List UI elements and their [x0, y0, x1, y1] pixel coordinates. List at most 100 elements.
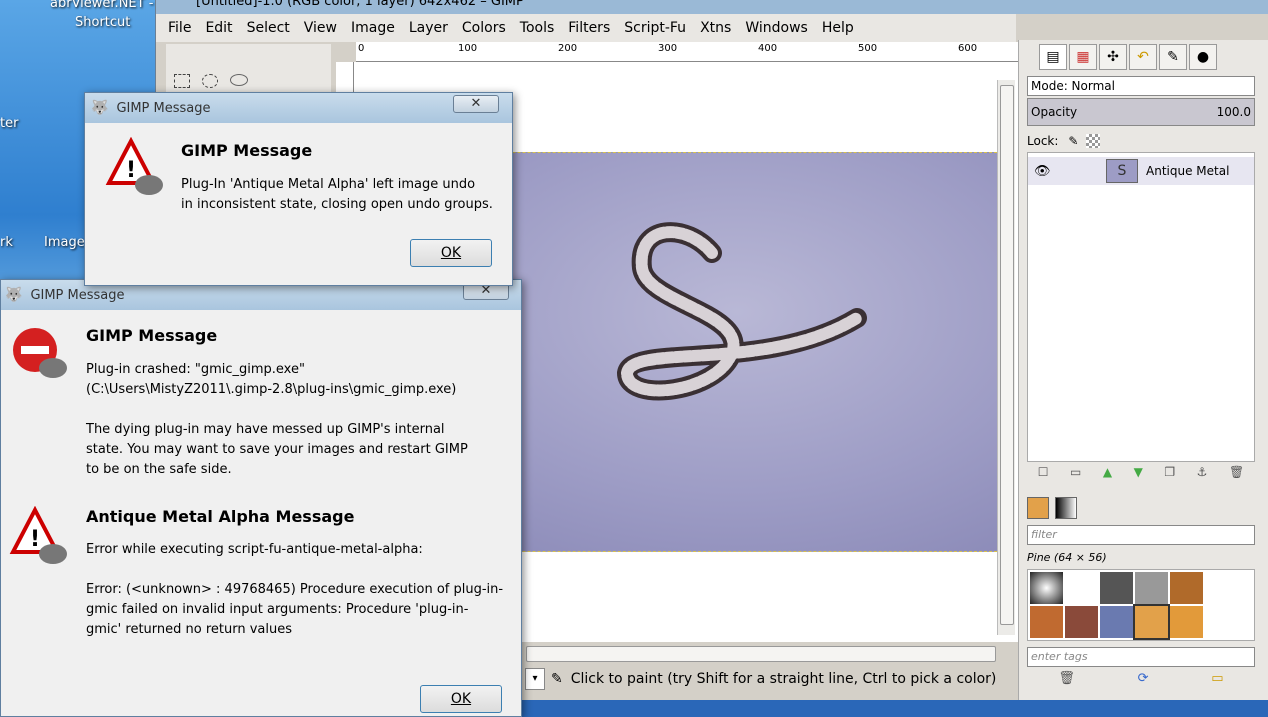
- toolbox: [166, 44, 331, 94]
- pattern-swatch[interactable]: [1170, 572, 1203, 604]
- svg-text:!: !: [30, 527, 40, 552]
- refresh-icon[interactable]: ⟳: [1138, 671, 1149, 691]
- dialog-title: GIMP Message: [30, 287, 125, 303]
- menu-xtns[interactable]: Xtns: [700, 20, 731, 36]
- menu-file[interactable]: File: [168, 20, 191, 36]
- lock-alpha-icon[interactable]: [1086, 134, 1101, 148]
- warning-icon: !: [105, 137, 163, 195]
- dialog-heading: Antique Metal Alpha Message: [86, 507, 355, 526]
- layer-thumbnail: S: [1106, 159, 1138, 183]
- pattern-swatch[interactable]: [1100, 605, 1133, 638]
- menu-edit[interactable]: Edit: [205, 20, 232, 36]
- lower-layer-icon[interactable]: ▼: [1134, 465, 1143, 485]
- ruler-label: 100: [458, 43, 478, 54]
- close-button[interactable]: ✕: [453, 95, 499, 113]
- menu-colors[interactable]: Colors: [462, 20, 506, 36]
- brushes-tab-icon[interactable]: ●: [1189, 44, 1217, 70]
- dialog-message: Plug-in crashed: "gmic_gimp.exe" (C:\Use…: [86, 362, 468, 477]
- undo-tab-icon[interactable]: ↶: [1129, 44, 1157, 70]
- menu-filters[interactable]: Filters: [568, 20, 610, 36]
- lock-row: Lock: ✎: [1027, 134, 1101, 148]
- warning-icon: !: [9, 506, 67, 564]
- anchor-layer-icon[interactable]: ⚓: [1197, 465, 1208, 485]
- menu-select[interactable]: Select: [247, 20, 290, 36]
- pattern-swatch[interactable]: [1065, 572, 1098, 604]
- dialog-heading: GIMP Message: [86, 326, 218, 345]
- pattern-swatch[interactable]: [1030, 572, 1063, 604]
- dialog-title: GIMP Message: [116, 100, 211, 116]
- filter-placeholder: filter: [1031, 528, 1057, 541]
- lock-pixels-icon[interactable]: ✎: [1068, 134, 1078, 148]
- svg-text:!: !: [126, 158, 136, 183]
- dialog-title-bar: 🐺 GIMP Message: [85, 93, 512, 123]
- pattern-swatch[interactable]: [1170, 605, 1203, 638]
- menu-image[interactable]: Image: [351, 20, 395, 36]
- desktop-icon-label[interactable]: ter: [0, 116, 18, 131]
- menu-view[interactable]: View: [304, 20, 337, 36]
- ok-button[interactable]: OK: [420, 685, 502, 713]
- status-message: Click to paint (try Shift for a straight…: [570, 671, 997, 687]
- pencil-icon: ✎: [551, 671, 563, 687]
- menu-windows[interactable]: Windows: [745, 20, 808, 36]
- ruler-label: 500: [858, 43, 878, 54]
- ellipse-select-icon[interactable]: [202, 74, 218, 88]
- channels-tab-icon[interactable]: ▦: [1069, 44, 1097, 70]
- patterns-panel: filter Pine (64 × 56) enter tags 🗑 ⟳ ▭: [1019, 495, 1268, 700]
- delete-pattern-icon[interactable]: 🗑: [1058, 671, 1075, 691]
- vertical-scrollbar[interactable]: [997, 80, 1015, 635]
- paths-tab-icon[interactable]: ✣: [1099, 44, 1127, 70]
- lasso-icon[interactable]: [230, 74, 248, 86]
- brush-tab-icon[interactable]: ✎: [1159, 44, 1187, 70]
- layer-name: Antique Metal: [1146, 164, 1230, 178]
- scroll-thumb[interactable]: [1000, 85, 1014, 625]
- window-title: [Untitled]-1.0 (RGB color, 1 layer) 642x…: [196, 0, 524, 9]
- pattern-swatch[interactable]: [1030, 605, 1063, 638]
- layers-dock: ▤ ▦ ✣ ↶ ✎ ● Mode: Normal Opacity 100.0 L…: [1018, 40, 1268, 700]
- ruler-label: 400: [758, 43, 778, 54]
- gimp-message-dialog-undo: 🐺 GIMP Message ✕ ! GIMP Message Plug-In …: [84, 92, 513, 286]
- duplicate-layer-icon[interactable]: ❐: [1164, 465, 1175, 485]
- layers-tab-icon[interactable]: ▤: [1039, 44, 1067, 70]
- ruler-label: 600: [958, 43, 978, 54]
- menu-script-fu[interactable]: Script-Fu: [624, 20, 686, 36]
- menu-layer[interactable]: Layer: [409, 20, 448, 36]
- new-layer-icon[interactable]: ☐: [1038, 465, 1049, 485]
- layer-row[interactable]: 👁 S Antique Metal: [1028, 157, 1254, 185]
- pattern-swatch[interactable]: [1065, 605, 1098, 638]
- dialog-body: GIMP Message Plug-in crashed: "gmic_gimp…: [1, 310, 521, 713]
- ruler-label: 300: [658, 43, 678, 54]
- folder-icon[interactable]: ▭: [1211, 671, 1223, 691]
- mode-dropdown[interactable]: Mode: Normal: [1027, 76, 1255, 96]
- rect-select-icon[interactable]: [174, 74, 190, 88]
- unit-dropdown[interactable]: ▾: [525, 668, 545, 690]
- new-group-icon[interactable]: ▭: [1070, 465, 1081, 485]
- opacity-slider[interactable]: Opacity 100.0: [1027, 98, 1255, 126]
- desktop-icon-label[interactable]: rk: [0, 235, 13, 250]
- layer-buttons: ☐ ▭ ▲ ▼ ❐ ⚓ 🗑: [1027, 465, 1255, 485]
- pattern-swatch[interactable]: [1133, 603, 1170, 640]
- menu-tools[interactable]: Tools: [520, 20, 555, 36]
- desktop-icon-label[interactable]: abrViewer.NET -: [50, 0, 153, 11]
- dock-tabs: ▤ ▦ ✣ ↶ ✎ ●: [1039, 44, 1219, 70]
- pattern-swatch[interactable]: [1100, 572, 1133, 604]
- pattern-swatch[interactable]: [1135, 572, 1168, 604]
- menu-help[interactable]: Help: [822, 20, 854, 36]
- menu-bar: File Edit Select View Image Layer Colors…: [156, 14, 1016, 42]
- ok-button[interactable]: OK: [410, 239, 492, 267]
- error-icon: [13, 328, 67, 378]
- tags-input[interactable]: enter tags: [1027, 647, 1255, 667]
- desktop-icon-label[interactable]: Image: [44, 235, 85, 250]
- pattern-tab-icon[interactable]: [1027, 497, 1049, 519]
- filter-input[interactable]: filter: [1027, 525, 1255, 545]
- window-title-bar: [Untitled]-1.0 (RGB color, 1 layer) 642x…: [156, 0, 1268, 14]
- horizontal-scrollbar[interactable]: [526, 646, 996, 662]
- tags-placeholder: enter tags: [1031, 650, 1088, 663]
- pattern-buttons: 🗑 ⟳ ▭: [1027, 671, 1255, 691]
- gradient-tab-icon[interactable]: [1055, 497, 1077, 519]
- delete-layer-icon[interactable]: 🗑: [1229, 465, 1244, 485]
- pattern-name: Pine (64 × 56): [1027, 551, 1107, 564]
- desktop-icon-label[interactable]: Shortcut: [75, 15, 130, 30]
- ruler-label: 0: [358, 43, 365, 54]
- eye-icon[interactable]: 👁: [1034, 164, 1051, 179]
- raise-layer-icon[interactable]: ▲: [1103, 465, 1112, 485]
